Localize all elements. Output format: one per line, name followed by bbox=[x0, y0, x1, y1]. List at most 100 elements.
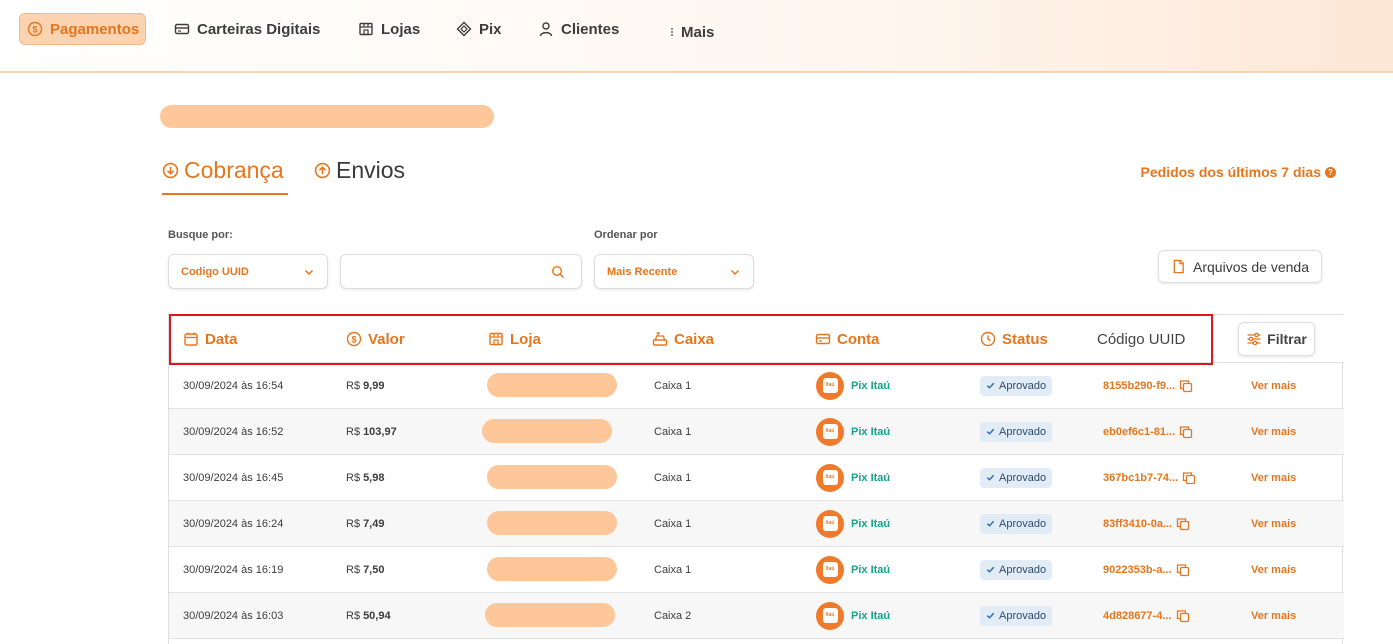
row-value: R$ 50,94 bbox=[346, 609, 391, 622]
table-row[interactable]: 30/09/2024 às 16:19 R$ 7,50 Caixa 1 Itaú … bbox=[169, 547, 1344, 593]
itau-logo-icon: Itaú bbox=[816, 555, 844, 584]
row-account: Itaú Pix Itaú bbox=[816, 409, 890, 454]
help-icon[interactable]: ? bbox=[1325, 166, 1336, 178]
tab-cobranca[interactable]: Cobrança bbox=[162, 157, 284, 184]
column-header-valor[interactable]: $ Valor bbox=[346, 315, 405, 363]
copy-icon[interactable] bbox=[1179, 425, 1193, 439]
arrow-down-circle-icon bbox=[162, 162, 179, 179]
row-view-more-link[interactable]: Ver mais bbox=[1251, 593, 1296, 638]
table-row[interactable]: 30/09/2024 às 16:24 R$ 7,49 Caixa 1 Itaú … bbox=[169, 501, 1344, 547]
row-view-more-link[interactable]: Ver mais bbox=[1251, 409, 1296, 454]
order-by-value: Mais Recente bbox=[607, 265, 678, 278]
svg-text:$: $ bbox=[32, 24, 37, 34]
copy-icon[interactable] bbox=[1179, 379, 1193, 393]
column-header-label: Loja bbox=[510, 330, 541, 348]
row-account: Itaú Pix Itaú bbox=[816, 455, 890, 500]
row-account: Itaú Pix Itaú bbox=[816, 363, 890, 408]
payments-table: Data $ Valor Loja Caixa Conta Status Cód… bbox=[168, 314, 1344, 644]
row-uuid: 367bc1b7-74... bbox=[1103, 455, 1196, 500]
search-input[interactable] bbox=[341, 255, 531, 288]
sliders-icon bbox=[1247, 332, 1261, 346]
chevron-down-icon bbox=[304, 269, 314, 275]
nav-item-clientes[interactable]: Clientes bbox=[530, 13, 627, 45]
check-icon bbox=[986, 382, 995, 389]
filter-button[interactable]: Filtrar bbox=[1238, 322, 1315, 356]
redacted-store-name bbox=[487, 465, 617, 489]
row-caixa: Caixa 1 bbox=[654, 563, 692, 576]
nav-item-lojas[interactable]: Lojas bbox=[350, 13, 428, 45]
row-value: R$ 5,98 bbox=[346, 471, 385, 484]
itau-logo-icon: Itaú bbox=[816, 417, 844, 446]
status-badge: Aprovado bbox=[980, 421, 1053, 442]
column-header-label: Valor bbox=[368, 330, 405, 348]
redacted-store-name bbox=[485, 603, 615, 627]
column-header-uuid[interactable]: Código UUID bbox=[1097, 315, 1185, 363]
filter-label: Filtrar bbox=[1267, 331, 1307, 347]
search-icon[interactable] bbox=[551, 265, 565, 279]
table-row[interactable]: 30/09/2024 às 16:45 R$ 5,98 Caixa 1 Itaú … bbox=[169, 455, 1344, 501]
sales-files-button[interactable]: Arquivos de venda bbox=[1158, 250, 1322, 283]
column-header-label: Código UUID bbox=[1097, 330, 1186, 348]
sales-files-label: Arquivos de venda bbox=[1193, 258, 1309, 275]
nav-item-pagamentos[interactable]: $ Pagamentos bbox=[19, 13, 147, 45]
row-account: Itaú Pix Itaú bbox=[816, 501, 890, 546]
row-status: Aprovado bbox=[980, 455, 1053, 500]
row-caixa: Caixa 1 bbox=[654, 425, 692, 438]
nav-label: Clientes bbox=[561, 20, 620, 38]
order-by-select[interactable]: Mais Recente bbox=[594, 254, 754, 289]
column-header-loja[interactable]: Loja bbox=[488, 315, 541, 363]
redacted-store-name bbox=[482, 419, 612, 443]
column-header-conta[interactable]: Conta bbox=[815, 315, 880, 363]
row-view-more-link[interactable]: Ver mais bbox=[1251, 455, 1296, 500]
active-tab-indicator bbox=[162, 193, 288, 195]
table-row[interactable]: 30/09/2024 às 16:52 R$ 103,97 Caixa 1 Ita… bbox=[169, 409, 1344, 455]
row-account: Itaú Pix Itaú bbox=[816, 547, 890, 592]
tab-envios[interactable]: Envios bbox=[314, 157, 405, 184]
row-uuid: 4d828677-4... bbox=[1103, 593, 1190, 638]
nav-item-mais[interactable]: Mais bbox=[659, 16, 722, 48]
nav-label: Pagamentos bbox=[50, 20, 140, 38]
column-header-status[interactable]: Status bbox=[980, 315, 1048, 363]
nav-label: Mais bbox=[681, 23, 715, 41]
table-row[interactable]: 30/09/2024 às 16:03 R$ 50,94 Caixa 2 Itaú… bbox=[169, 593, 1344, 639]
copy-icon[interactable] bbox=[1176, 609, 1190, 623]
row-status: Aprovado bbox=[980, 593, 1053, 638]
row-caixa: Caixa 2 bbox=[654, 609, 692, 622]
period-indicator[interactable]: Pedidos dos últimos 7 dias ? bbox=[1141, 164, 1336, 180]
row-caixa: Caixa 1 bbox=[654, 517, 692, 530]
top-navigation: $ Pagamentos Carteiras Digitais Lojas Pi… bbox=[0, 0, 1393, 73]
nav-item-pix[interactable]: Pix bbox=[448, 13, 510, 45]
check-icon bbox=[986, 520, 995, 527]
row-date: 30/09/2024 às 16:54 bbox=[183, 379, 284, 392]
status-badge: Aprovado bbox=[980, 375, 1053, 396]
status-badge: Aprovado bbox=[980, 513, 1053, 534]
redacted-store-name bbox=[487, 373, 617, 397]
copy-icon[interactable] bbox=[1182, 471, 1196, 485]
row-value: R$ 9,99 bbox=[346, 379, 385, 392]
tab-label: Cobrança bbox=[184, 157, 284, 183]
row-view-more-link[interactable]: Ver mais bbox=[1251, 547, 1296, 592]
row-date: 30/09/2024 às 16:45 bbox=[183, 471, 284, 484]
search-by-select[interactable]: Codigo UUID bbox=[168, 254, 328, 289]
table-header: Data $ Valor Loja Caixa Conta Status Cód… bbox=[169, 315, 1344, 363]
status-badge: Aprovado bbox=[980, 559, 1053, 580]
redacted-account-name bbox=[160, 105, 494, 128]
column-header-caixa[interactable]: Caixa bbox=[652, 315, 714, 363]
file-icon bbox=[1173, 259, 1184, 274]
search-field[interactable] bbox=[340, 254, 582, 289]
copy-icon[interactable] bbox=[1176, 517, 1190, 531]
svg-text:$: $ bbox=[351, 334, 356, 344]
row-view-more-link[interactable]: Ver mais bbox=[1251, 363, 1296, 408]
table-row[interactable]: 30/09/2024 às 16:54 R$ 9,99 Caixa 1 Itaú … bbox=[169, 363, 1344, 409]
row-view-more-link[interactable]: Ver mais bbox=[1251, 501, 1296, 546]
clock-icon bbox=[980, 331, 996, 347]
nav-item-carteiras-digitais[interactable]: Carteiras Digitais bbox=[166, 13, 328, 45]
column-header-label: Status bbox=[1002, 330, 1048, 348]
row-uuid: 9022353b-a... bbox=[1103, 547, 1190, 592]
row-date: 30/09/2024 às 16:19 bbox=[183, 563, 284, 576]
row-caixa: Caixa 1 bbox=[654, 379, 692, 392]
check-icon bbox=[986, 612, 995, 619]
column-header-data[interactable]: Data bbox=[183, 315, 238, 363]
nav-label: Carteiras Digitais bbox=[197, 20, 321, 38]
copy-icon[interactable] bbox=[1176, 563, 1190, 577]
